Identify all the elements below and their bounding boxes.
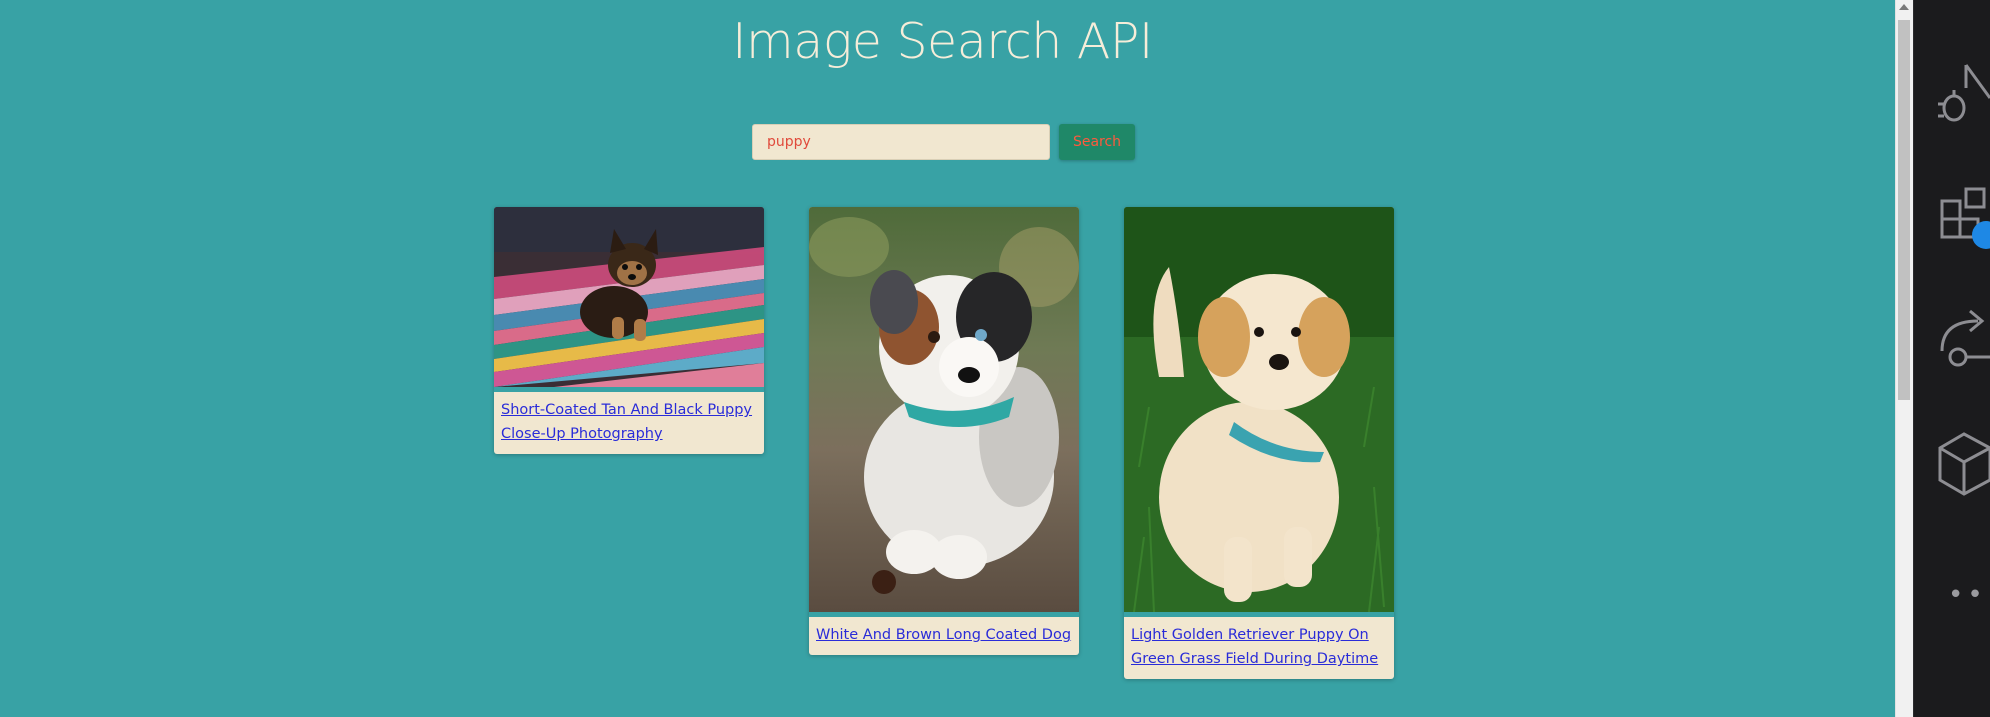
result-image-aussie-puppy: [809, 207, 1079, 612]
result-caption-link[interactable]: Light Golden Retriever Puppy On Green Gr…: [1131, 623, 1387, 671]
scroll-up-arrow-icon[interactable]: [1899, 4, 1909, 10]
app-page: Image Search API Search: [0, 0, 1895, 717]
run-debug-icon[interactable]: [1938, 60, 1990, 130]
result-caption-link[interactable]: White And Brown Long Coated Dog: [816, 623, 1072, 647]
more-icon[interactable]: ••: [1948, 580, 1987, 610]
result-card: Light Golden Retriever Puppy On Green Gr…: [1124, 207, 1394, 679]
page-title: Image Search API: [732, 13, 1153, 70]
search-button[interactable]: Search: [1059, 124, 1135, 160]
search-input[interactable]: [752, 124, 1050, 160]
result-image-yorkie-puppy: [494, 207, 764, 387]
box-icon[interactable]: [1938, 430, 1990, 500]
result-card: White And Brown Long Coated Dog: [809, 207, 1079, 655]
remote-explorer-icon[interactable]: [1938, 305, 1990, 375]
extensions-icon[interactable]: [1938, 183, 1990, 253]
result-caption-link[interactable]: Short-Coated Tan And Black Puppy Close-U…: [501, 398, 757, 446]
scrollbar-thumb[interactable]: [1898, 20, 1910, 400]
result-image-golden-retriever-puppy: [1124, 207, 1394, 612]
result-card: Short-Coated Tan And Black Puppy Close-U…: [494, 207, 764, 454]
